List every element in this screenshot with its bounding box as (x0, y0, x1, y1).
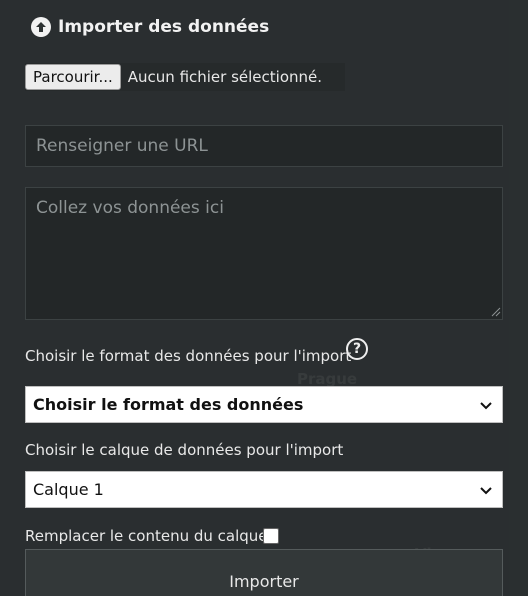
section-header: Importer des données (31, 14, 269, 40)
format-select[interactable]: Choisir le format des données (25, 386, 503, 423)
question-circle-icon[interactable]: ? (346, 338, 368, 360)
arrow-up-circle-icon (31, 17, 51, 37)
file-input[interactable]: Parcourir... Aucun fichier sélectionné. (25, 63, 345, 91)
format-label: Choisir le format des données pour l'imp… (25, 347, 352, 365)
replace-label: Remplacer le contenu du calque (25, 527, 268, 545)
import-button-label: Importer (229, 572, 299, 591)
replace-checkbox[interactable] (263, 528, 279, 544)
file-status-text: Aucun fichier sélectionné. (127, 68, 323, 86)
format-select-value: Choisir le format des données (33, 395, 304, 414)
layer-select-value: Calque 1 (33, 480, 104, 499)
layer-label: Choisir le calque de données pour l'impo… (25, 441, 344, 459)
import-button[interactable]: Importer (25, 549, 503, 596)
chevron-down-icon (480, 487, 492, 495)
paste-data-textarea[interactable] (25, 187, 503, 320)
url-input[interactable] (25, 125, 503, 167)
chevron-down-icon (480, 402, 492, 410)
browse-button[interactable]: Parcourir... (25, 64, 121, 90)
page-title: Importer des données (58, 17, 270, 37)
layer-select[interactable]: Calque 1 (25, 471, 503, 508)
